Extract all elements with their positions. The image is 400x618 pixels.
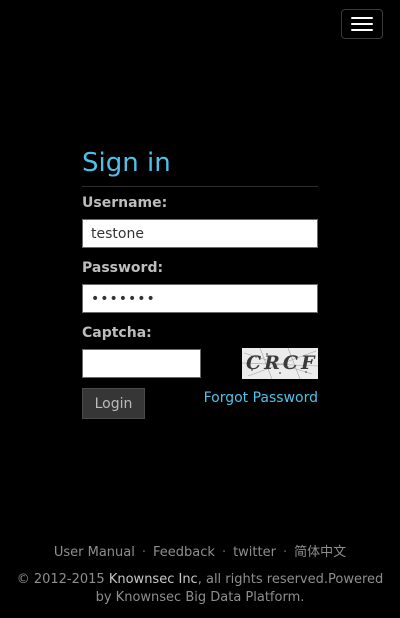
login-button[interactable]: Login: [82, 388, 145, 419]
password-label: Password:: [82, 260, 164, 276]
hamburger-menu-icon: [351, 23, 373, 25]
username-input[interactable]: [82, 219, 318, 248]
copyright-text: © 2012-2015 Knownsec Inc, all rights res…: [12, 571, 388, 607]
footer-link-language[interactable]: 简体中文: [294, 545, 346, 560]
hamburger-menu-icon: [351, 17, 373, 19]
username-label: Username:: [82, 195, 168, 211]
footer-separator: ·: [141, 545, 147, 560]
captcha-text: CRCF: [246, 352, 318, 374]
footer-link-twitter[interactable]: twitter: [233, 545, 276, 560]
captcha-label: Captcha:: [82, 325, 152, 341]
title-divider: [82, 186, 318, 187]
page: Sign in Username: Password: Captcha:: [0, 0, 400, 618]
footer-link-user-manual[interactable]: User Manual: [54, 545, 135, 560]
forgot-password-link[interactable]: Forgot Password: [204, 389, 318, 407]
footer-separator: ·: [221, 545, 227, 560]
hamburger-menu-icon: [351, 29, 373, 31]
footer-separator: ·: [282, 545, 288, 560]
page-title: Sign in: [82, 148, 171, 178]
company-name: Knownsec Inc: [108, 572, 198, 587]
navbar-toggle-button[interactable]: [341, 9, 383, 39]
footer-links: User Manual · Feedback · twitter · 简体中文: [0, 544, 400, 561]
footer-link-feedback[interactable]: Feedback: [153, 545, 215, 560]
captcha-input[interactable]: [82, 349, 201, 378]
copyright-prefix: © 2012-2015: [16, 572, 105, 587]
captcha-image[interactable]: CRCF: [242, 348, 318, 379]
password-input[interactable]: [82, 284, 318, 313]
